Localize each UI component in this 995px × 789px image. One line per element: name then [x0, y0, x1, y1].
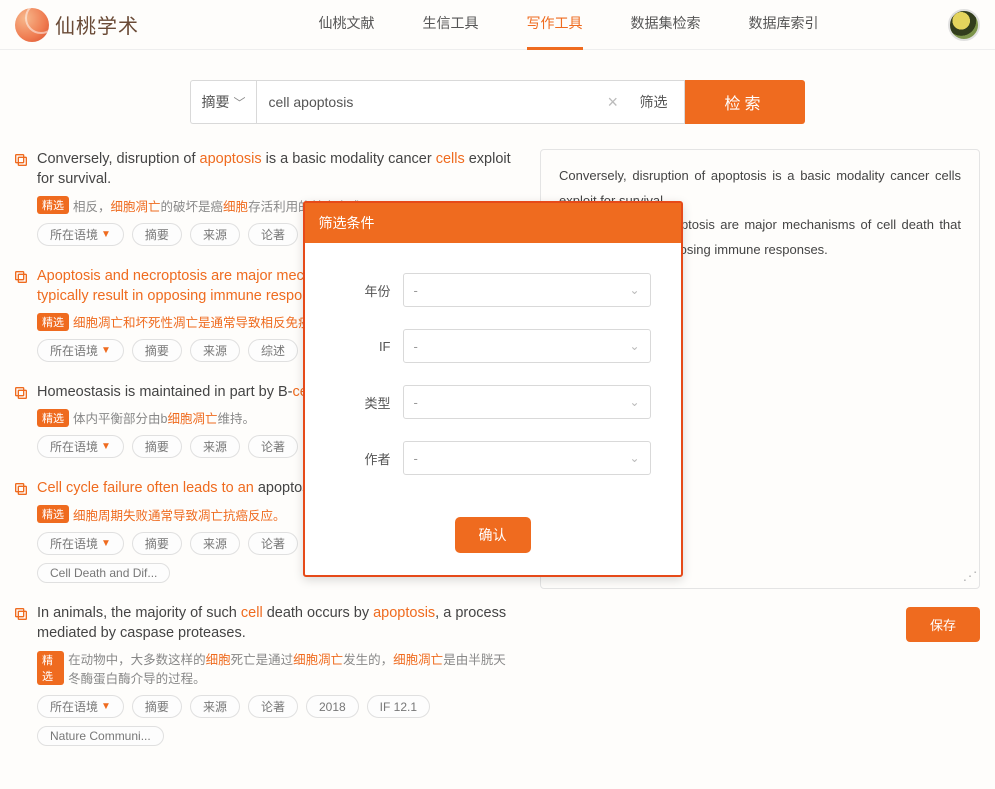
- resize-icon[interactable]: ⋰: [962, 565, 978, 588]
- chevron-down-icon: ⌄: [629, 451, 639, 465]
- form-label: 作者: [335, 449, 391, 468]
- form-label: 年份: [335, 281, 391, 300]
- form-select[interactable]: -⌄: [403, 441, 651, 475]
- modal-body: 年份-⌄IF-⌄类型-⌄作者-⌄: [305, 243, 681, 517]
- tag[interactable]: 摘要: [132, 695, 182, 718]
- search-type-label: 摘要: [201, 92, 229, 112]
- nav-item[interactable]: 数据库索引: [749, 0, 819, 50]
- form-select[interactable]: -⌄: [403, 385, 651, 419]
- search-input[interactable]: [256, 80, 636, 124]
- result-title[interactable]: In animals, the majority of such cell de…: [37, 603, 515, 644]
- nav-item[interactable]: 仙桃文献: [319, 0, 375, 50]
- chevron-down-icon: ⌄: [629, 395, 639, 409]
- copy-icon[interactable]: [15, 385, 29, 401]
- tag[interactable]: Nature Communi...: [37, 726, 164, 746]
- tag[interactable]: Cell Death and Dif...: [37, 563, 170, 583]
- form-label: IF: [335, 339, 391, 354]
- select-value: -: [414, 451, 418, 466]
- save-button[interactable]: 保存: [906, 607, 980, 642]
- logo[interactable]: 仙桃学术: [15, 8, 139, 42]
- tag[interactable]: 所在语境▼: [37, 339, 124, 362]
- translation-text: 体内平衡部分由b细胞凋亡维持。: [73, 408, 255, 427]
- filter-modal: 筛选条件 年份-⌄IF-⌄类型-⌄作者-⌄ 确认: [303, 201, 683, 577]
- tag[interactable]: 来源: [190, 223, 240, 246]
- tag[interactable]: 2018: [306, 695, 359, 718]
- tag[interactable]: 来源: [190, 339, 240, 362]
- select-value: -: [414, 395, 418, 410]
- nav-item[interactable]: 生信工具: [423, 0, 479, 50]
- featured-badge: 精选: [37, 651, 64, 685]
- featured-badge: 精选: [37, 409, 69, 427]
- header: 仙桃学术 仙桃文献生信工具写作工具数据集检索数据库索引: [0, 0, 995, 50]
- search-button[interactable]: 检索: [685, 80, 805, 124]
- copy-icon[interactable]: [15, 606, 29, 622]
- tag[interactable]: 摘要: [132, 339, 182, 362]
- brand-text: 仙桃学术: [55, 10, 139, 39]
- confirm-button[interactable]: 确认: [455, 517, 531, 553]
- clear-icon[interactable]: ×: [608, 92, 619, 112]
- arrow-down-icon: ▼: [101, 701, 111, 712]
- form-select[interactable]: -⌄: [403, 329, 651, 363]
- tag[interactable]: 摘要: [132, 532, 182, 555]
- nav: 仙桃文献生信工具写作工具数据集检索数据库索引: [189, 0, 948, 50]
- arrow-down-icon: ▼: [101, 538, 111, 549]
- result-title[interactable]: Conversely, disruption of apoptosis is a…: [37, 149, 515, 190]
- search-bar: 摘要 ﹀ × 筛选 检索: [0, 80, 995, 124]
- chevron-down-icon: ﹀: [233, 94, 245, 111]
- copy-icon[interactable]: [15, 152, 29, 168]
- tag[interactable]: 综述: [248, 339, 298, 362]
- search-type-select[interactable]: 摘要 ﹀: [190, 80, 255, 124]
- tag[interactable]: 所在语境▼: [37, 223, 124, 246]
- tag-row: 所在语境▼ 摘要来源论著 2018 IF 12.1 Nature Communi...: [37, 695, 515, 746]
- avatar[interactable]: [948, 9, 980, 41]
- chevron-down-icon: ⌄: [629, 283, 639, 297]
- nav-item[interactable]: 写作工具: [527, 0, 583, 50]
- copy-icon[interactable]: [15, 269, 29, 285]
- tag[interactable]: 论著: [248, 435, 298, 458]
- form-label: 类型: [335, 393, 391, 412]
- logo-icon: [15, 8, 49, 42]
- arrow-down-icon: ▼: [101, 441, 111, 452]
- translation-text: 细胞周期失败通常导致凋亡抗癌反应。: [73, 505, 286, 524]
- chevron-down-icon: ⌄: [629, 339, 639, 353]
- nav-item[interactable]: 数据集检索: [631, 0, 701, 50]
- featured-badge: 精选: [37, 313, 69, 331]
- tag[interactable]: 来源: [190, 695, 240, 718]
- copy-icon[interactable]: [15, 481, 29, 497]
- tag[interactable]: 论著: [248, 695, 298, 718]
- tag[interactable]: IF 12.1: [367, 695, 430, 718]
- form-select[interactable]: -⌄: [403, 273, 651, 307]
- tag[interactable]: 所在语境▼: [37, 695, 124, 718]
- tag[interactable]: 论著: [248, 223, 298, 246]
- modal-title: 筛选条件: [305, 203, 681, 243]
- result-item: In animals, the majority of such cell de…: [15, 603, 515, 747]
- featured-badge: 精选: [37, 196, 69, 214]
- select-value: -: [414, 283, 418, 298]
- tag[interactable]: 摘要: [132, 223, 182, 246]
- filter-button[interactable]: 筛选: [624, 80, 685, 124]
- translation-text: 在动物中，大多数这样的细胞死亡是通过细胞凋亡发生的，细胞凋亡是由半胱天冬酶蛋白酶…: [68, 649, 515, 687]
- tag[interactable]: 来源: [190, 532, 240, 555]
- arrow-down-icon: ▼: [101, 229, 111, 240]
- tag[interactable]: 所在语境▼: [37, 532, 124, 555]
- tag[interactable]: 来源: [190, 435, 240, 458]
- tag[interactable]: 摘要: [132, 435, 182, 458]
- select-value: -: [414, 339, 418, 354]
- tag[interactable]: 所在语境▼: [37, 435, 124, 458]
- featured-badge: 精选: [37, 505, 69, 523]
- translation-row: 精选在动物中，大多数这样的细胞死亡是通过细胞凋亡发生的，细胞凋亡是由半胱天冬酶蛋…: [37, 649, 515, 687]
- tag[interactable]: 论著: [248, 532, 298, 555]
- arrow-down-icon: ▼: [101, 345, 111, 356]
